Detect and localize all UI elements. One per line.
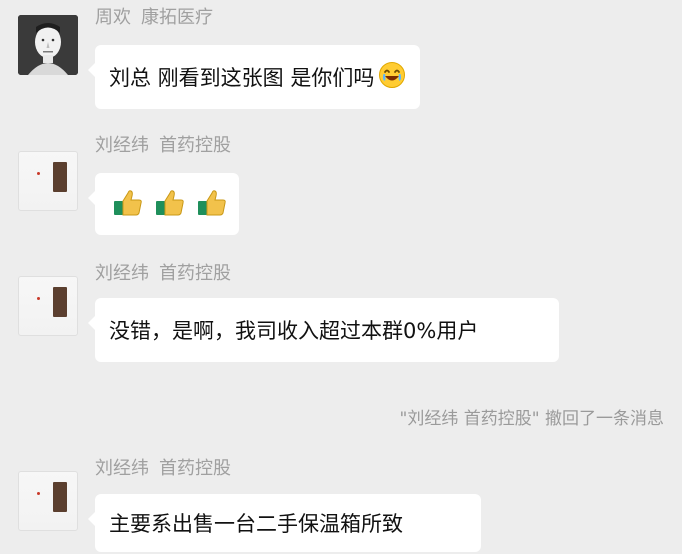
red-dot <box>37 297 40 300</box>
sender-name: 刘经纬 <box>95 135 149 156</box>
sender-organization: 首药控股 <box>159 135 231 156</box>
laugh-cry-emoji <box>378 61 406 94</box>
product-thumbnail-avatar[interactable] <box>18 471 78 531</box>
sender-name: 周欢 <box>95 7 131 28</box>
message-bubble[interactable]: 没错，是啊，我司收入超过本群0%用户 <box>88 298 559 362</box>
man-portrait-avatar[interactable] <box>18 15 78 75</box>
box-shape <box>53 287 67 317</box>
thumbs-up-emoji <box>111 185 145 224</box>
red-dot <box>37 172 40 175</box>
sender-label: 刘经纬 首药控股 <box>95 459 231 479</box>
sender-label: 周欢 康拓医疗 <box>95 8 213 28</box>
red-dot <box>37 492 40 495</box>
message-text: 没错，是啊，我司收入超过本群0%用户 <box>109 319 479 343</box>
message-bubble[interactable]: 刘总 刚看到这张图 是你们吗 <box>87 45 421 109</box>
recall-notice: "刘经纬 首药控股" 撤回了一条消息 <box>399 409 664 429</box>
sender-label: 刘经纬 首药控股 <box>95 136 231 156</box>
box-shape <box>53 482 67 512</box>
sender-name: 刘经纬 <box>95 458 149 479</box>
chat-window: 周欢 康拓医疗 刘总 刚看到这张图 是你们吗 刘经纬 首药控股 刘经纬 首药控股… <box>0 0 682 554</box>
sender-organization: 康拓医疗 <box>141 7 213 28</box>
sender-name: 刘经纬 <box>95 263 149 284</box>
sender-organization: 首药控股 <box>159 263 231 284</box>
product-thumbnail-avatar[interactable] <box>18 151 78 211</box>
thumbs-up-emoji <box>153 185 187 224</box>
sender-label: 刘经纬 首药控股 <box>95 264 231 284</box>
message-bubble[interactable]: 主要系出售一台二手保温箱所致 <box>88 494 481 552</box>
sender-organization: 首药控股 <box>159 458 231 479</box>
box-shape <box>53 162 67 192</box>
product-thumbnail-avatar[interactable] <box>18 276 78 336</box>
message-bubble[interactable] <box>88 173 239 235</box>
message-text: 主要系出售一台二手保温箱所致 <box>109 512 403 536</box>
thumbs-up-emoji <box>195 185 229 224</box>
message-text: 刘总 刚看到这张图 是你们吗 <box>109 66 375 90</box>
